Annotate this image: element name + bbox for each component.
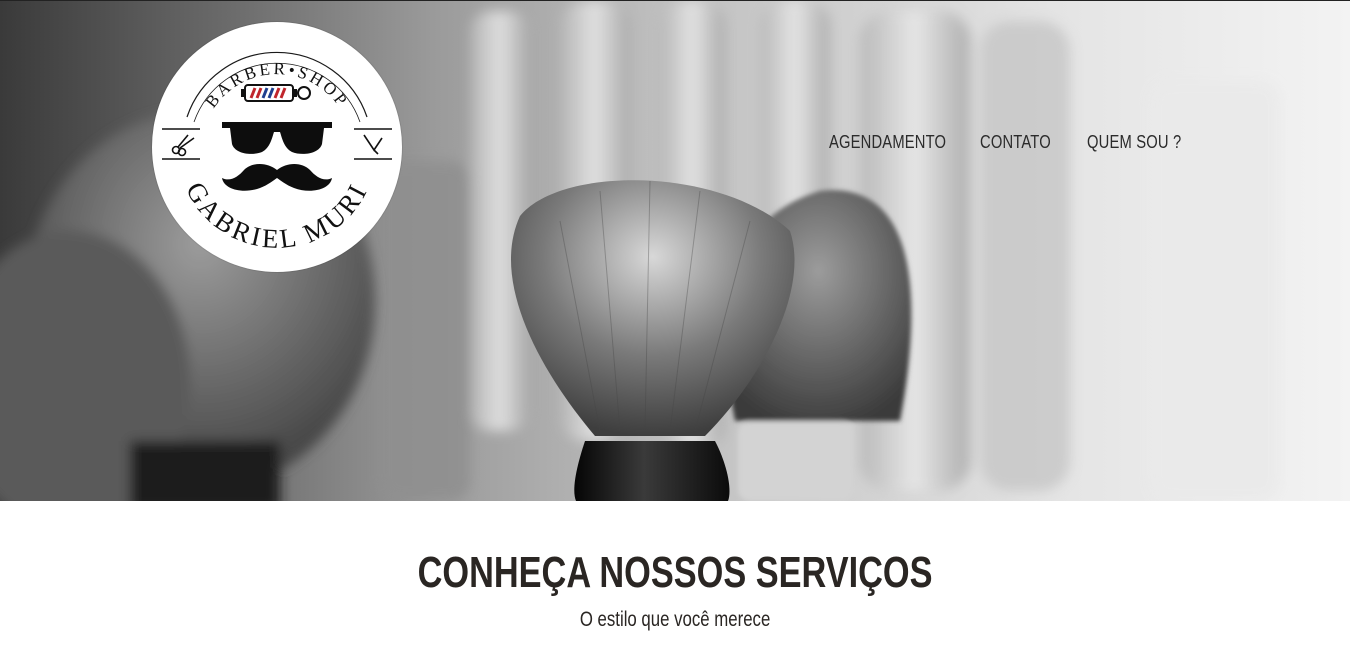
nav-item-quem-sou[interactable]: QUEM SOU ? bbox=[1087, 132, 1181, 153]
sunglasses-icon bbox=[222, 122, 332, 154]
svg-text:GABRIEL MURI: GABRIEL MURI bbox=[180, 177, 374, 254]
hero-banner: BARBER•SHOP GABRIEL MURI AGENDAMENTO CON… bbox=[0, 1, 1350, 501]
barber-pole-icon bbox=[241, 84, 311, 102]
services-title: CONHEÇA NOSSOS SERVIÇOS bbox=[417, 548, 933, 597]
services-subtitle: O estilo que você merece bbox=[579, 608, 771, 631]
barbershop-logo[interactable]: BARBER•SHOP GABRIEL MURI bbox=[152, 22, 402, 272]
mustache-icon bbox=[222, 164, 332, 191]
nav-item-agendamento[interactable]: AGENDAMENTO bbox=[829, 132, 946, 153]
razor-icon bbox=[354, 128, 392, 160]
scissors-icon bbox=[162, 128, 200, 160]
nav-item-contato[interactable]: CONTATO bbox=[980, 132, 1051, 153]
brand-name: GABRIEL MURI bbox=[180, 177, 371, 254]
